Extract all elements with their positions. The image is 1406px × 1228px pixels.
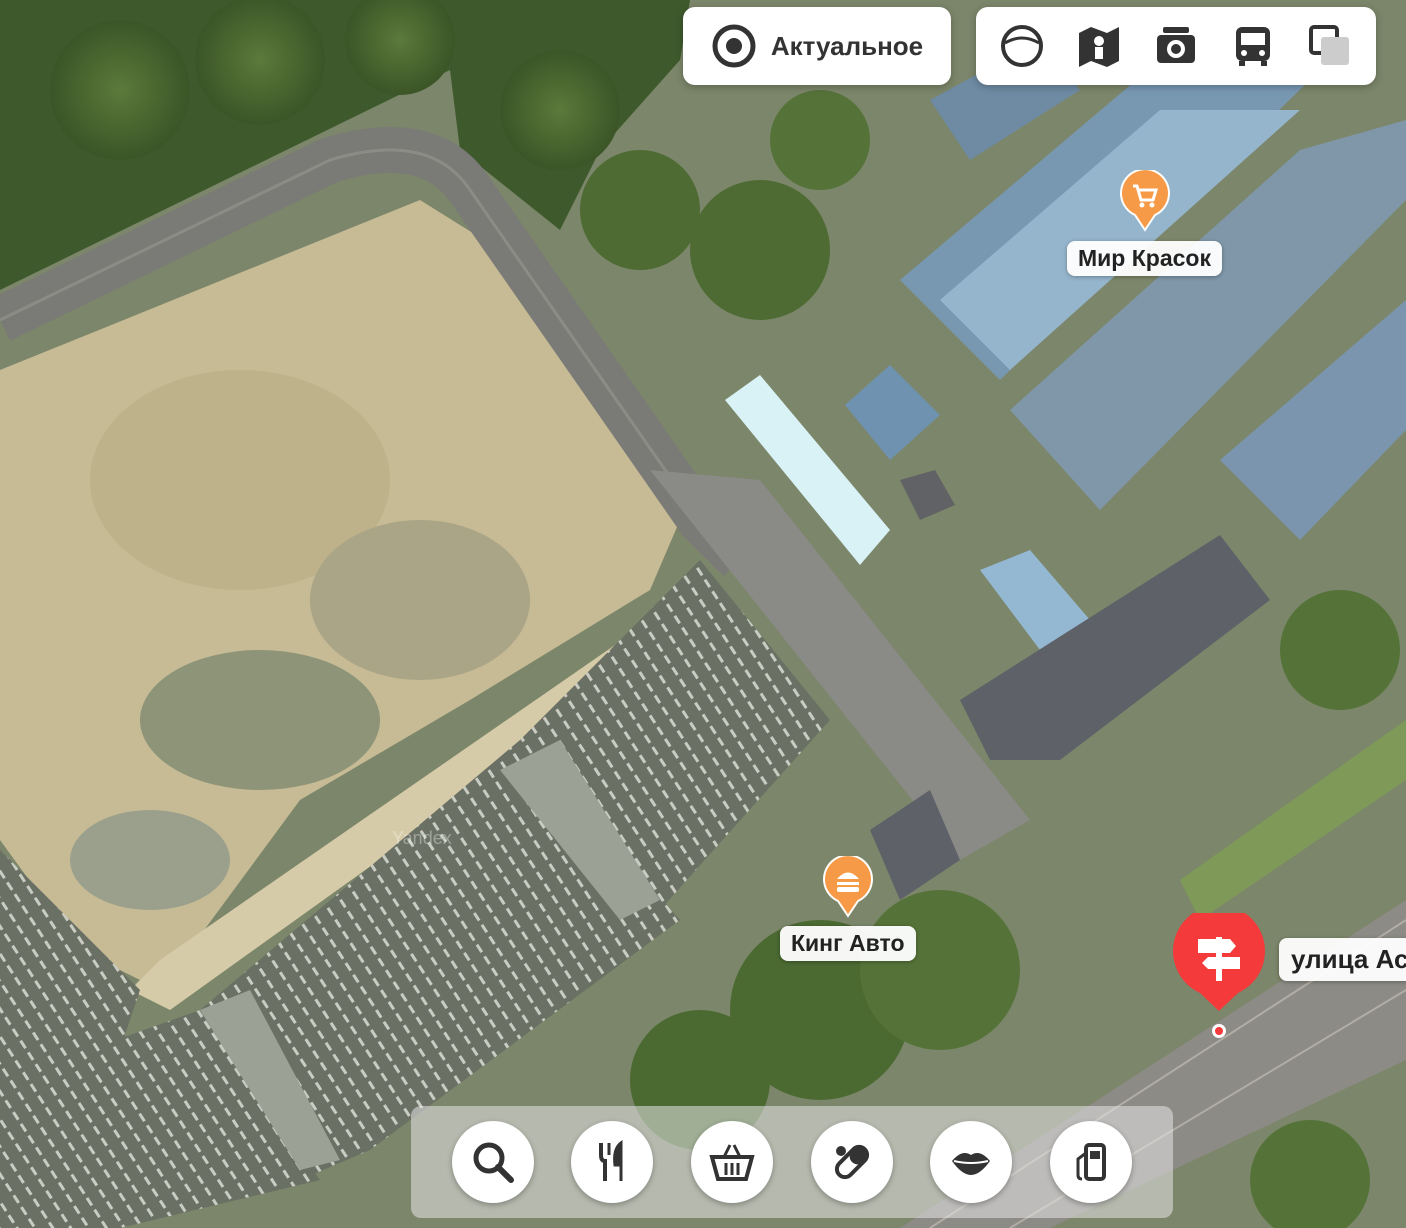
beauty-lips-icon[interactable] bbox=[930, 1121, 1013, 1203]
transport-bus-icon[interactable] bbox=[1223, 16, 1283, 76]
shopping-cart-icon[interactable] bbox=[1119, 170, 1171, 232]
poi-label[interactable]: улица Ас bbox=[1279, 938, 1406, 981]
actual-button[interactable]: Актуальное bbox=[683, 7, 951, 85]
map-layer-icon[interactable] bbox=[1069, 16, 1129, 76]
map-style-switch-icon[interactable] bbox=[1300, 16, 1360, 76]
panorama-sphere-icon[interactable] bbox=[992, 16, 1052, 76]
layers-toolbar bbox=[976, 7, 1376, 85]
pharmacy-pill-icon[interactable] bbox=[810, 1121, 893, 1203]
food-fork-knife-icon[interactable] bbox=[571, 1121, 654, 1203]
burger-icon[interactable] bbox=[822, 856, 874, 918]
search-icon[interactable] bbox=[451, 1121, 534, 1203]
actual-label: Актуальное bbox=[770, 30, 924, 61]
shopping-basket-icon[interactable] bbox=[691, 1121, 774, 1203]
satellite-map[interactable] bbox=[0, 0, 1406, 1228]
photo-camera-icon[interactable] bbox=[1146, 16, 1206, 76]
target-icon bbox=[712, 24, 756, 68]
poi-label[interactable]: Кинг Авто bbox=[780, 926, 916, 961]
category-bar bbox=[411, 1106, 1173, 1218]
map-watermark: Yandex bbox=[392, 828, 452, 848]
gas-station-icon[interactable] bbox=[1050, 1121, 1133, 1203]
signpost-icon[interactable] bbox=[1172, 913, 1266, 1041]
poi-label[interactable]: Мир Красок bbox=[1067, 241, 1222, 276]
